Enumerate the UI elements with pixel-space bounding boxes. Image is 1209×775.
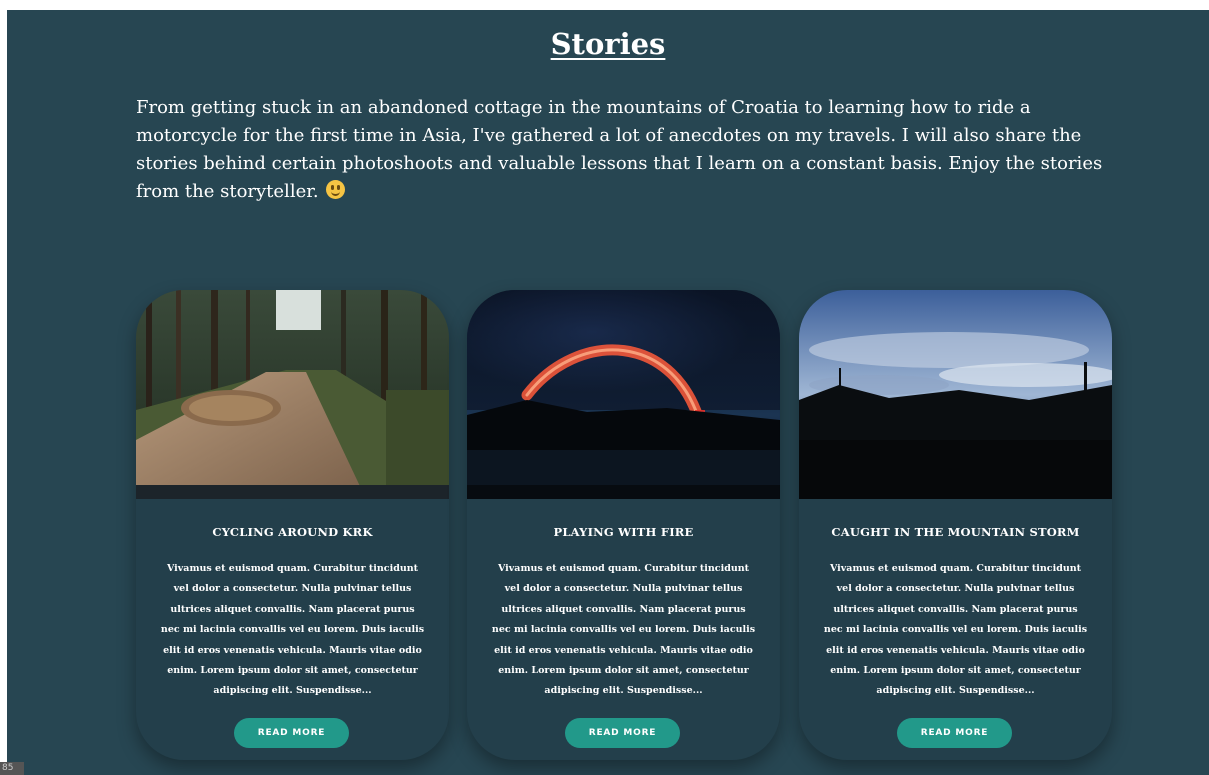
muddy-forest-trail-photo	[136, 290, 449, 499]
fire-light-arc-night-photo	[467, 290, 780, 499]
story-card-storm: CAUGHT IN THE MOUNTAIN STORM Vivamus et …	[799, 290, 1112, 760]
story-excerpt: Vivamus et euismod quam. Curabitur tinci…	[491, 563, 756, 697]
story-title: CAUGHT IN THE MOUNTAIN STORM	[831, 525, 1080, 539]
stories-section: Stories From getting stuck in an abandon…	[7, 10, 1209, 775]
story-card-fire: PLAYING WITH FIRE Vivamus et euismod qua…	[467, 290, 780, 760]
read-more-button[interactable]: READ MORE	[234, 718, 349, 748]
intro-paragraph: From getting stuck in an abandoned cotta…	[136, 94, 1116, 206]
story-excerpt: Vivamus et euismod quam. Curabitur tinci…	[160, 563, 425, 697]
corner-counter-badge: 85	[0, 762, 24, 775]
story-image-fire[interactable]	[467, 290, 780, 499]
mountain-storm-sky-photo	[799, 290, 1112, 499]
page-title: Stories	[550, 27, 666, 61]
story-excerpt: Vivamus et euismod quam. Curabitur tinci…	[823, 563, 1088, 697]
read-more-button[interactable]: READ MORE	[897, 718, 1012, 748]
smiley-emoji-icon	[326, 180, 346, 199]
story-title: PLAYING WITH FIRE	[553, 525, 694, 539]
story-title: CYCLING AROUND KRK	[212, 525, 373, 539]
story-image-cycling[interactable]	[136, 290, 449, 499]
story-image-storm[interactable]	[799, 290, 1112, 499]
story-card-cycling: CYCLING AROUND KRK Vivamus et euismod qu…	[136, 290, 449, 760]
intro-text: From getting stuck in an abandoned cotta…	[136, 97, 1103, 202]
read-more-button[interactable]: READ MORE	[565, 718, 680, 748]
